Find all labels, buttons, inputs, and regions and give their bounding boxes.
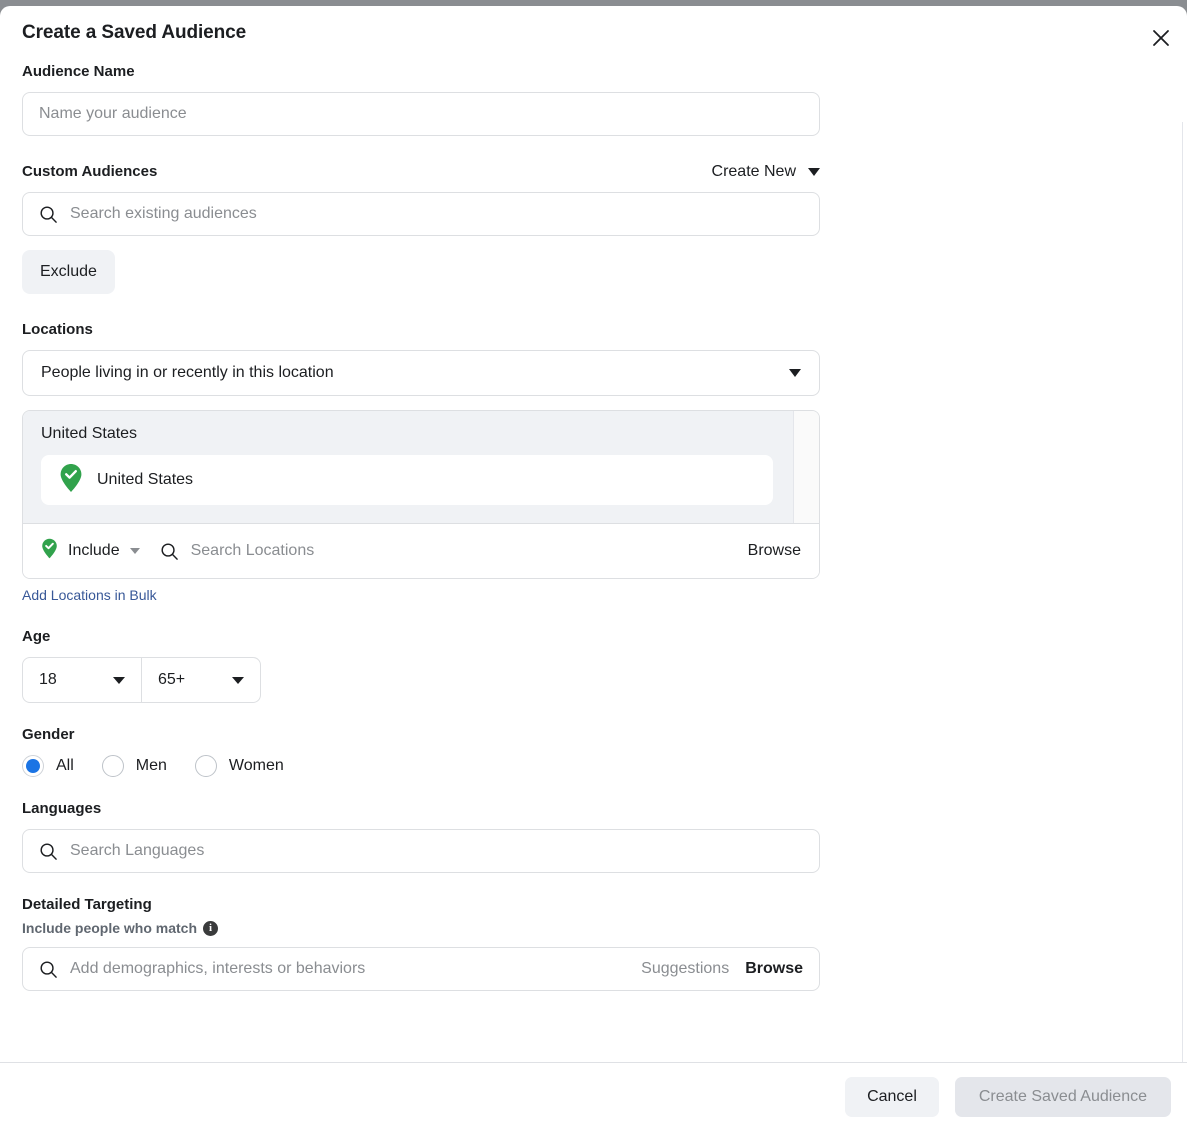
chevron-down-icon — [130, 548, 140, 554]
chevron-down-icon — [113, 677, 125, 684]
chevron-down-icon — [789, 369, 801, 377]
search-icon — [160, 542, 179, 561]
gender-option-women[interactable]: Women — [195, 755, 284, 777]
gender-option-men-label: Men — [136, 757, 167, 775]
location-include-dropdown[interactable]: Include — [41, 538, 140, 564]
locations-panel: United States United States — [22, 410, 820, 579]
exclude-button[interactable]: Exclude — [22, 250, 115, 294]
age-min-select[interactable]: 18 — [23, 658, 142, 702]
dialog-header: Create a Saved Audience — [0, 6, 1187, 62]
audience-name-label: Audience Name — [22, 62, 1165, 82]
detailed-targeting-sub-label: Include people who match — [22, 919, 197, 937]
detailed-targeting-suggestions-button[interactable]: Suggestions — [641, 960, 729, 978]
radio-icon — [102, 755, 124, 777]
location-pin-check-icon — [59, 463, 83, 498]
age-min-value: 18 — [39, 671, 57, 689]
close-icon — [1151, 28, 1171, 48]
gender-option-all[interactable]: All — [22, 755, 74, 777]
locations-group-title: United States — [41, 425, 801, 443]
location-chip-label: United States — [97, 471, 193, 489]
close-button[interactable] — [1143, 20, 1179, 56]
locations-search-row: Include Search Locations Browse — [23, 524, 819, 578]
detailed-targeting-actions: Suggestions Browse — [641, 960, 803, 978]
search-icon — [39, 960, 58, 979]
age-label: Age — [22, 627, 1165, 647]
locations-type-value: People living in or recently in this loc… — [41, 364, 334, 382]
dialog-footer: Cancel Create Saved Audience — [0, 1062, 1187, 1130]
locations-type-select[interactable]: People living in or recently in this loc… — [22, 350, 820, 396]
detailed-targeting-browse-button[interactable]: Browse — [745, 960, 803, 978]
custom-audiences-label: Custom Audiences — [22, 162, 157, 182]
detailed-targeting-search-input[interactable]: Add demographics, interests or behaviors… — [22, 947, 820, 991]
custom-audiences-header: Custom Audiences Create New — [22, 162, 820, 182]
languages-search-input[interactable]: Search Languages — [22, 829, 820, 873]
custom-audiences-search-input[interactable]: Search existing audiences — [22, 192, 820, 236]
dialog-body: Audience Name Name your audience Custom … — [0, 62, 1187, 1062]
chevron-down-icon — [808, 168, 820, 176]
cancel-button[interactable]: Cancel — [845, 1077, 939, 1117]
location-include-label: Include — [68, 542, 120, 560]
gender-option-men[interactable]: Men — [102, 755, 167, 777]
custom-audiences-search-placeholder: Search existing audiences — [70, 205, 257, 223]
create-new-label: Create New — [712, 163, 796, 181]
audience-name-input[interactable]: Name your audience — [22, 92, 820, 136]
age-max-value: 65+ — [158, 671, 185, 689]
audience-name-placeholder: Name your audience — [39, 105, 187, 123]
age-max-select[interactable]: 65+ — [142, 658, 260, 702]
create-saved-audience-dialog: Create a Saved Audience Audience Name Na… — [0, 6, 1187, 1130]
gender-radio-group: All Men Women — [22, 755, 1165, 777]
create-new-dropdown[interactable]: Create New — [712, 163, 820, 181]
search-icon — [39, 842, 58, 861]
info-icon[interactable]: i — [203, 921, 218, 936]
locations-list-scrollbar[interactable] — [793, 411, 819, 523]
dialog-scrollbar[interactable] — [1182, 122, 1183, 1062]
gender-option-women-label: Women — [229, 757, 284, 775]
radio-icon — [195, 755, 217, 777]
languages-search-placeholder: Search Languages — [70, 842, 204, 860]
chevron-down-icon — [232, 677, 244, 684]
locations-selected-list: United States United States — [23, 411, 819, 524]
gender-label: Gender — [22, 725, 1165, 745]
location-pin-check-icon — [41, 538, 58, 564]
locations-search-input[interactable]: Search Locations — [191, 542, 748, 560]
gender-option-all-label: All — [56, 757, 74, 775]
location-chip[interactable]: United States — [41, 455, 773, 505]
create-saved-audience-button[interactable]: Create Saved Audience — [955, 1077, 1171, 1117]
age-range-group: 18 65+ — [22, 657, 261, 703]
search-icon — [39, 205, 58, 224]
locations-browse-button[interactable]: Browse — [748, 542, 801, 560]
detailed-targeting-sub-label-row: Include people who match i — [22, 919, 1165, 937]
languages-label: Languages — [22, 799, 1165, 819]
detailed-targeting-label: Detailed Targeting — [22, 895, 1165, 915]
add-locations-in-bulk-link[interactable]: Add Locations in Bulk — [22, 587, 157, 603]
page-title: Create a Saved Audience — [22, 22, 246, 44]
detailed-targeting-search-placeholder: Add demographics, interests or behaviors — [70, 960, 365, 978]
radio-icon — [22, 755, 44, 777]
locations-label: Locations — [22, 320, 1165, 340]
